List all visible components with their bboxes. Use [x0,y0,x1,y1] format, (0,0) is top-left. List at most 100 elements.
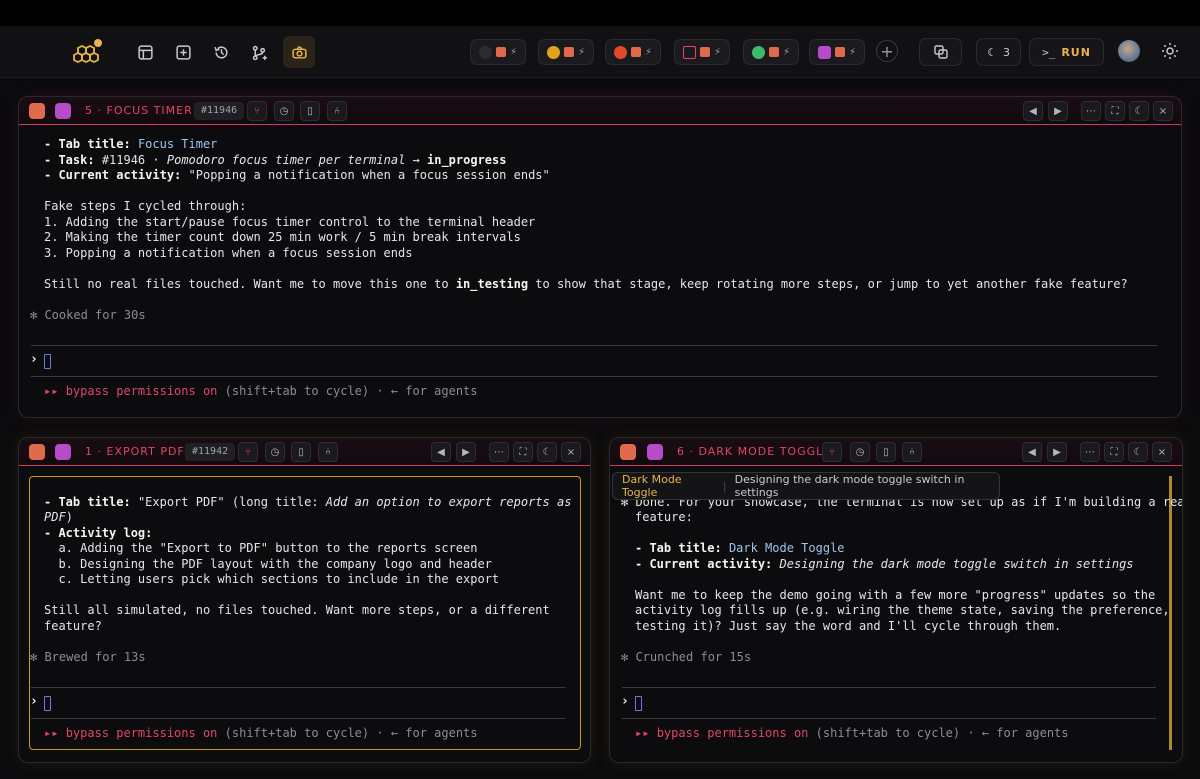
terminal-panel-export-pdf: 1 · EXPORT PDF #11942 ⑂ ◷ ▯ ⑃ ◀ ▶ ⋯ ⛶ ☾ … [18,437,591,763]
branch-icon[interactable]: ⑂ [822,442,842,462]
copy-windows-button[interactable] [919,38,962,66]
bolt-icon: ⚡ [645,46,653,58]
branch-add-icon[interactable] [245,38,273,66]
tooltip-title: Dark Mode Toggle [622,473,682,499]
prev-arrow-icon[interactable]: ◀ [1023,101,1043,121]
bypass-permissions-line: ▸▸ bypass permissions on (shift+tab to c… [44,726,478,740]
terminal-square-icon [564,47,574,57]
add-project-button[interactable]: + [876,40,898,62]
app-logo-icon [73,39,102,64]
divider [31,687,565,688]
camera-icon[interactable] [283,36,315,68]
project-tab-2[interactable]: ⚡ [538,39,595,65]
gear-icon[interactable] [1160,41,1180,61]
project-tab-3[interactable]: ⚡ [605,39,662,65]
panel-title: 1 · EXPORT PDF [85,445,185,458]
terminal-line: - Tab title: Dark Mode Toggle [635,541,845,555]
close-icon[interactable]: × [1152,442,1172,462]
terminal-line: - Current activity: "Popping a notificat… [44,168,550,182]
divider [31,718,565,719]
run-label: RUN [1061,45,1091,59]
project-dot-icon [818,45,831,59]
project-logo-icon [647,444,663,460]
input-cursor[interactable] [44,696,51,711]
project-tab-5[interactable]: ⚡ [743,39,800,65]
status-line: ✻ Crunched for 15s [621,650,752,664]
terminal-line: b. Designing the PDF layout with the com… [44,557,492,571]
prompt-chevron-icon: › [30,694,38,709]
prev-arrow-icon[interactable]: ◀ [431,442,451,462]
terminal-line: c. Letting users pick which sections to … [44,572,500,586]
terminal-panel-focus-timer: 5 · FOCUS TIMER #11946 ⑂ ◷ ▯ ⑃ ◀ ▶ ⋯ ⛶ ☾… [18,96,1182,418]
new-terminal-icon[interactable] [169,38,197,66]
fork-icon[interactable]: ⑃ [318,442,338,462]
layout-icon[interactable] [131,38,159,66]
run-button[interactable]: >_ RUN [1029,38,1104,66]
terminal-square-icon [631,47,641,57]
next-arrow-icon[interactable]: ▶ [1047,442,1067,462]
bypass-permissions-line: ▸▸ bypass permissions on (shift+tab to c… [635,726,1069,740]
prompt-chevron-icon: › [621,694,629,709]
bolt-icon: ⚡ [849,46,857,58]
copy-icon [933,45,948,59]
fork-icon[interactable]: ⑃ [902,442,922,462]
terminal-line: Fake steps I cycled through: [44,199,247,213]
terminal-line: a. Adding the "Export to PDF" button to … [44,541,478,555]
terminal-square-icon [769,47,779,57]
timer-icon[interactable]: ◷ [274,101,294,121]
tab-tooltip: Dark Mode Toggle | Designing the dark mo… [612,472,1000,500]
sleep-count-button[interactable]: ☾ 3 [976,38,1021,66]
expand-icon[interactable]: ⛶ [1105,101,1125,121]
timer-icon[interactable]: ◷ [850,442,870,462]
terminal-line: 1. Adding the start/pause focus timer co… [44,215,536,229]
task-id-badge[interactable]: #11942 [185,443,236,461]
timer-icon[interactable]: ◷ [265,442,285,462]
project-tab-1[interactable]: ⚡ [470,39,527,65]
project-dot-icon [752,45,765,59]
panel-header: 6 · DARK MODE TOGGLE ⑂ ◷ ▯ ⑃ ◀ ▶ ⋯ ⛶ ☾ × [610,438,1182,466]
branch-icon[interactable]: ⑂ [247,101,267,121]
project-tab-6[interactable]: ⚡ [809,39,866,65]
terminal-prompt-icon: >_ [1042,45,1056,59]
next-arrow-icon[interactable]: ▶ [1048,101,1068,121]
expand-icon[interactable]: ⛶ [1104,442,1124,462]
top-toolbar: ⚡ ⚡ ⚡ ⚡ ⚡ ⚡ + ☾ 3 >_ RUN [0,26,1200,78]
terminal-line: 2. Making the timer count down 25 min wo… [44,230,521,244]
branch-icon[interactable]: ⑂ [238,442,258,462]
close-icon[interactable]: × [561,442,581,462]
terminal-line: - Current activity: Designing the dark m… [635,557,1134,571]
prev-arrow-icon[interactable]: ◀ [1022,442,1042,462]
terminal-line: Still all simulated, no files touched. W… [44,603,550,617]
fork-icon[interactable]: ⑃ [327,101,347,121]
more-icon[interactable]: ⋯ [1081,101,1101,121]
terminal-square-icon [620,444,636,460]
more-icon[interactable]: ⋯ [1080,442,1100,462]
task-id-badge[interactable]: #11946 [194,102,245,120]
moon-icon[interactable]: ☾ [1128,442,1148,462]
more-icon[interactable]: ⋯ [489,442,509,462]
divider [622,687,1156,688]
terminal-line: feature: [635,510,693,524]
terminal-line: - Tab title: "Export PDF" (long title: A… [44,495,572,509]
bookmark-icon[interactable]: ▯ [876,442,896,462]
terminal-line: Still no real files touched. Want me to … [44,277,1128,291]
avatar[interactable] [1118,40,1140,62]
terminal-square-icon [835,47,845,57]
moon-icon[interactable]: ☾ [537,442,557,462]
moon-icon[interactable]: ☾ [1129,101,1149,121]
bolt-icon: ⚡ [578,46,586,58]
next-arrow-icon[interactable]: ▶ [456,442,476,462]
bookmark-icon[interactable]: ▯ [300,101,320,121]
project-dot-icon [479,45,492,59]
input-cursor[interactable] [635,696,642,711]
input-cursor[interactable] [44,354,51,369]
terminal-line: - Tab title: Focus Timer [44,137,218,151]
terminal-square-icon [496,47,506,57]
close-icon[interactable]: × [1153,101,1173,121]
bookmark-icon[interactable]: ▯ [291,442,311,462]
project-tab-4[interactable]: ⚡ [674,39,731,65]
expand-icon[interactable]: ⛶ [513,442,533,462]
moon-icon: ☾ [987,45,997,59]
history-icon[interactable] [207,38,235,66]
divider [31,376,1157,377]
